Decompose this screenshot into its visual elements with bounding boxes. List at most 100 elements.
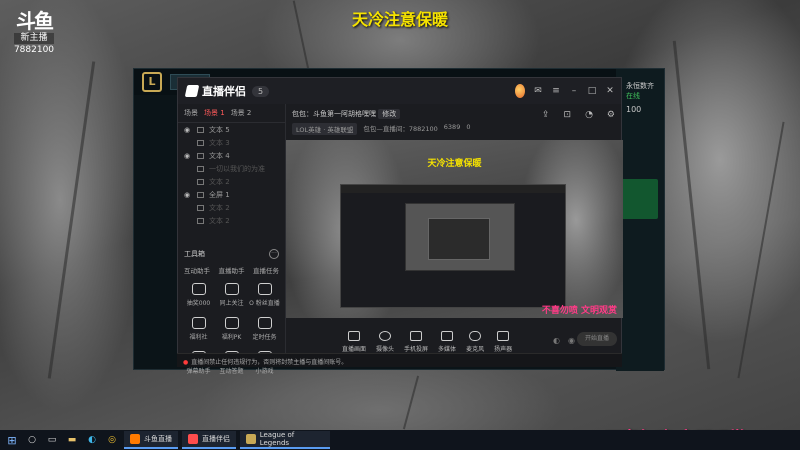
share-icon[interactable]: ⇪ [542, 110, 550, 120]
source-item[interactable]: 文本 3 [178, 136, 285, 149]
douyu-app-icon [130, 434, 140, 444]
tools-tabs: 互动助手 直播助手 直播任务 [178, 263, 285, 281]
source-label: 全屏 1 [209, 190, 230, 199]
camera-button[interactable]: 摄像头 [376, 331, 394, 353]
taskbar-app-league[interactable]: League of Legends [240, 431, 330, 449]
source-item[interactable]: ◉ 全屏 1 [178, 188, 285, 201]
tool-label: 福利社 [189, 334, 208, 341]
tool-item[interactable]: 福利PK [215, 317, 248, 341]
taskbar-app-douyu[interactable]: 斗鱼直播 [124, 431, 178, 449]
edit-title-button[interactable]: 修改 [378, 109, 401, 119]
more-tools-icon[interactable]: ··· [269, 249, 279, 259]
task-view-icon[interactable]: ▭ [44, 432, 60, 448]
tool-item[interactable]: O 粉丝直播 [248, 283, 281, 307]
speaker-button[interactable]: 扬声器 [494, 331, 512, 353]
tool-item[interactable]: 福利社 [182, 317, 215, 341]
tab-scene-0[interactable]: 场景 [184, 108, 198, 118]
go-live-button[interactable]: 开始直播 [577, 332, 617, 346]
league-logo[interactable]: L [142, 72, 162, 92]
tools-tab-0[interactable]: 互动助手 [184, 265, 210, 275]
preview-nested-window-3 [428, 218, 490, 260]
source-label: 文本 5 [209, 125, 230, 134]
tool-item[interactable]: 抽奖000 [182, 283, 215, 307]
source-label: 文本 2 [209, 216, 230, 225]
source-type-icon [197, 126, 204, 133]
source-list: ◉ 文本 5 文本 3 ◉ 文本 4 一切以我们的为准 文本 2 ◉ 全屏 1 文本 2 文本 2 [178, 123, 285, 227]
menu-icon[interactable]: ≡ [551, 86, 561, 96]
app-logo-icon [184, 85, 200, 97]
eye-icon[interactable]: ◉ [184, 191, 192, 199]
settings-icon[interactable]: ⚙ [607, 110, 615, 120]
douyu-tag: 新主播 [14, 33, 54, 44]
close-icon[interactable]: ✕ [605, 86, 615, 96]
preview-bottom-caption: 不喜勿喷 文明观赏 [541, 306, 617, 316]
source-item[interactable]: 一切以我们的为准 [178, 162, 285, 175]
maximize-icon[interactable]: □ [587, 86, 597, 96]
source-type-icon [197, 191, 204, 198]
play-icon [441, 331, 454, 341]
companion-app-icon [188, 434, 198, 444]
source-item[interactable]: 文本 2 [178, 175, 285, 188]
tool-icon [257, 317, 272, 329]
tool-label: 互动答题 [219, 368, 244, 375]
preview-nested-window-2 [405, 203, 515, 271]
tools-tab-2[interactable]: 直播任务 [253, 265, 279, 275]
tool-label: O 粉丝直播 [249, 300, 280, 307]
notice-bar: ● 直播间禁止任何违规行为，否则将封禁主播与直播间账号。 [177, 353, 622, 367]
file-explorer-icon[interactable]: ▬ [64, 432, 80, 448]
microphone-button[interactable]: 麦克风 [466, 331, 484, 353]
tools-tab-1[interactable]: 直播助手 [219, 265, 245, 275]
source-type-icon [197, 178, 204, 185]
volume-icon[interactable]: ◐ [553, 336, 560, 345]
source-item[interactable]: ◉ 文本 5 [178, 123, 285, 136]
source-item[interactable]: 文本 2 [178, 201, 285, 214]
record-icon[interactable]: ◉ [568, 336, 575, 345]
source-type-icon [197, 217, 204, 224]
search-icon[interactable]: ○ [24, 432, 40, 448]
friends-panel[interactable]: 永恒数齐 在线 100 [616, 69, 664, 371]
minimize-icon[interactable]: – [569, 86, 579, 96]
tool-item[interactable]: 同上关注 [215, 283, 248, 307]
eye-icon[interactable]: ◉ [184, 152, 192, 160]
tool-label: 小游戏 [255, 368, 274, 375]
tools-title: 工具箱 [184, 250, 205, 258]
tools-header: 工具箱 ··· [178, 245, 285, 263]
tool-label: 定时任务 [252, 334, 277, 341]
windows-start-icon[interactable]: ⊞ [4, 432, 20, 448]
source-item[interactable]: 文本 2 [178, 214, 285, 227]
main-area: 包包：斗鱼第一阿胡格嘿嘿 修改 LOL英雄 · 英雄联盟 包包—直播间：7882… [286, 104, 623, 366]
taskbar: ⊞ ○ ▭ ▬ ◐ ◎ 斗鱼直播 直播伴侣 League of Legends [0, 430, 800, 450]
friends-group[interactable] [620, 179, 658, 219]
edge-icon[interactable]: ◐ [84, 432, 100, 448]
source-type-icon [197, 152, 204, 159]
user-avatar[interactable] [515, 84, 525, 98]
tool-icon [224, 317, 239, 329]
tab-scene-2[interactable]: 场景 2 [231, 108, 252, 118]
tool-label: 同上关注 [219, 300, 244, 307]
app-logo: 直播伴侣 [184, 83, 246, 99]
bell-icon[interactable]: ◔ [585, 110, 593, 120]
eye-icon[interactable]: ◉ [184, 126, 192, 134]
source-label: 文本 2 [209, 203, 230, 212]
bag-icon[interactable]: ⊡ [564, 110, 572, 120]
stream-companion-window[interactable]: 直播伴侣 5 ✉ ≡ – □ ✕ 场景 场景 1 场景 2 ◉ 文本 5 文本 3 ◉… [177, 77, 623, 375]
app-version-badge[interactable]: 5 [252, 85, 270, 97]
source-label: 文本 4 [209, 151, 230, 160]
chrome-icon[interactable]: ◎ [104, 432, 120, 448]
player-status: 在线 [626, 92, 640, 100]
stream-preview[interactable]: 天冷注意保暖 不喜勿喷 文明观赏 [286, 140, 623, 318]
source-item[interactable]: ◉ 文本 4 [178, 149, 285, 162]
stream-category[interactable]: LOL英雄 · 英雄联盟 [292, 123, 358, 135]
tool-item[interactable]: 定时任务 [248, 317, 281, 341]
source-label: 一切以我们的为准 [209, 164, 265, 173]
media-button[interactable]: 多媒体 [438, 331, 456, 353]
tool-icon [257, 283, 272, 295]
notice-text: 直播间禁止任何违规行为，否则将封禁主播与直播间账号。 [191, 359, 348, 366]
screen-capture-button[interactable]: 直播画面 [342, 331, 366, 353]
message-icon[interactable]: ✉ [533, 86, 543, 96]
top-caption: 天冷注意保暖 [351, 10, 448, 29]
tab-scene-1[interactable]: 场景 1 [204, 108, 225, 118]
league-app-icon [246, 434, 256, 444]
phone-cast-button[interactable]: 手机投屏 [404, 331, 428, 353]
taskbar-app-companion[interactable]: 直播伴侣 [182, 431, 236, 449]
